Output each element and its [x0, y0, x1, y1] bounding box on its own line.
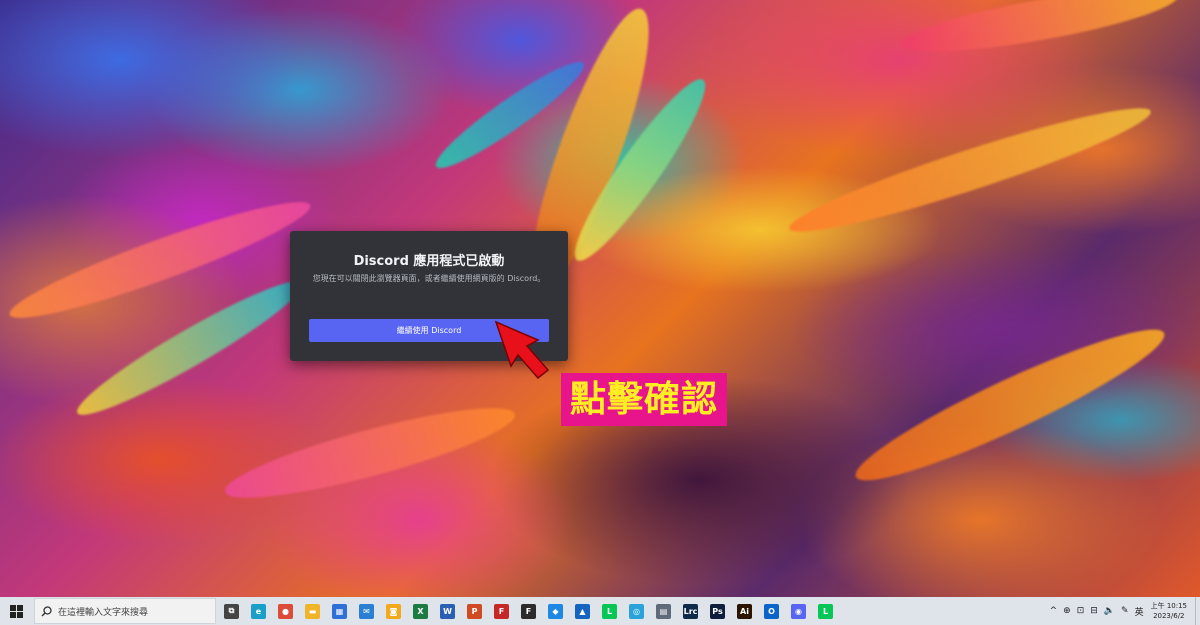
taskbar-app-line-2[interactable]: L: [814, 597, 837, 625]
taskbar-app-file-explorer[interactable]: ▬: [301, 597, 324, 625]
taskbar-app-microsoft-store[interactable]: ▦: [328, 597, 351, 625]
lightroom-classic-icon: Lrc: [683, 603, 698, 619]
taskbar-app-powerpoint[interactable]: P: [463, 597, 486, 625]
tray-battery-icon[interactable]: ⊟: [1090, 606, 1098, 616]
tray-display-icon[interactable]: ⊡: [1077, 606, 1085, 616]
taskbar-app-calculator[interactable]: ▤: [652, 597, 675, 625]
taskbar-search-input[interactable]: 在這裡輸入文字來搜尋: [34, 598, 216, 624]
search-placeholder: 在這裡輸入文字來搜尋: [58, 607, 149, 618]
browser-globe-icon: ◎: [629, 603, 644, 619]
photoshop-icon: Ps: [710, 603, 725, 619]
app-printer-icon: ▲: [575, 603, 590, 619]
discord-icon: ◉: [791, 603, 806, 619]
taskbar-app-app-blue[interactable]: ◆: [544, 597, 567, 625]
powerpoint-icon: P: [467, 603, 482, 619]
calculator-icon: ▤: [656, 603, 671, 619]
clock-time: 上午 10:15: [1150, 602, 1187, 610]
taskbar-app-lightroom-classic[interactable]: Lrc: [679, 597, 702, 625]
illustrator-icon: Ai: [737, 603, 752, 619]
taskbar-app-word[interactable]: W: [436, 597, 459, 625]
taskbar-app-filezilla[interactable]: F: [490, 597, 513, 625]
taskbar-app-font-app[interactable]: F: [517, 597, 540, 625]
chrome-icon: ●: [278, 603, 293, 619]
click-confirm-annotation: 點擊確認: [561, 373, 727, 426]
windows-logo-icon: [9, 604, 23, 618]
show-desktop-button[interactable]: [1195, 597, 1200, 625]
taskbar-app-excel[interactable]: X: [409, 597, 432, 625]
dialog-title: Discord 應用程式已啟動: [353, 254, 505, 269]
task-view-icon: ⧉: [224, 603, 239, 619]
tray-volume-icon[interactable]: 🔈: [1104, 606, 1115, 616]
taskbar-app-photoshop[interactable]: Ps: [706, 597, 729, 625]
tray-network-icon[interactable]: ⊕: [1063, 606, 1071, 616]
tray-pen-icon[interactable]: ✎: [1121, 606, 1129, 616]
taskbar-app-chrome[interactable]: ●: [274, 597, 297, 625]
wallpaper-streak: [219, 391, 521, 515]
taskbar-app-discord[interactable]: ◉: [787, 597, 810, 625]
search-icon: [41, 605, 52, 616]
file-explorer-icon: ▬: [305, 603, 320, 619]
word-icon: W: [440, 603, 455, 619]
mail-icon: ✉: [359, 603, 374, 619]
edge-icon: e: [251, 603, 266, 619]
font-app-icon: F: [521, 603, 536, 619]
outlook-icon: O: [764, 603, 779, 619]
microsoft-store-icon: ▦: [332, 603, 347, 619]
taskbar-app-mail[interactable]: ✉: [355, 597, 378, 625]
start-button[interactable]: [0, 597, 32, 625]
taskbar-app-line[interactable]: L: [598, 597, 621, 625]
taskbar-clock[interactable]: 上午 10:15 2023/6/2: [1151, 601, 1187, 621]
wallpaper-streak: [898, 0, 1182, 65]
system-tray: ^ ⊕ ⊡ ⊟ 🔈 ✎ 英 上午 10:15 2023/6/2: [1047, 597, 1200, 625]
taskbar-app-task-view[interactable]: ⧉: [220, 597, 243, 625]
taskbar-app-folder-app[interactable]: ◙: [382, 597, 405, 625]
taskbar-app-outlook[interactable]: O: [760, 597, 783, 625]
taskbar: 在這裡輸入文字來搜尋 ⧉ e ● ▬ ▦ ✉ ◙ X W P F F ◆ ▲ L ◎ ▤ Lrc Ps Ai O ◉ L ^…: [0, 597, 1200, 625]
taskbar-app-edge[interactable]: e: [247, 597, 270, 625]
wallpaper-streak: [783, 92, 1157, 248]
line-2-icon: L: [818, 603, 833, 619]
line-icon: L: [602, 603, 617, 619]
folder-app-icon: ◙: [386, 603, 401, 619]
desktop-wallpaper: [0, 0, 1200, 597]
filezilla-icon: F: [494, 603, 509, 619]
taskbar-app-browser-globe[interactable]: ◎: [625, 597, 648, 625]
dialog-message: 您現在可以關閉此瀏覽器頁面，或者繼續使用網頁版的 Discord。: [312, 274, 546, 283]
taskbar-app-illustrator[interactable]: Ai: [733, 597, 756, 625]
red-arrow-icon: [494, 320, 550, 380]
excel-icon: X: [413, 603, 428, 619]
pinned-apps: ⧉ e ● ▬ ▦ ✉ ◙ X W P F F ◆ ▲ L ◎ ▤ Lrc Ps Ai O ◉ L: [216, 597, 837, 625]
ime-indicator[interactable]: 英: [1135, 605, 1144, 618]
tray-overflow-chevron-icon[interactable]: ^: [1050, 606, 1058, 616]
clock-date: 2023/6/2: [1153, 612, 1185, 620]
taskbar-app-app-printer[interactable]: ▲: [571, 597, 594, 625]
app-blue-icon: ◆: [548, 603, 563, 619]
wallpaper-streak: [845, 310, 1175, 500]
